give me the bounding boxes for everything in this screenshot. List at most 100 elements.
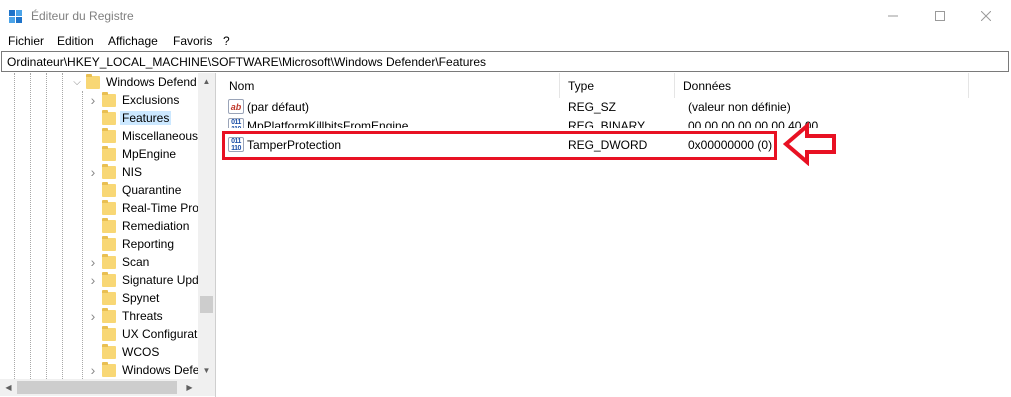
scrollbar-thumb[interactable] <box>17 381 177 394</box>
tree-item-label: Scan <box>122 255 150 269</box>
tree-item-signature-upd[interactable]: › Signature Upd <box>88 271 199 289</box>
tree-vertical-scrollbar[interactable]: ▲ ▼ <box>198 73 215 379</box>
scroll-left-icon[interactable]: ◀ <box>0 379 17 396</box>
value-name: MpPlatformKillbitsFromEngine <box>247 119 409 128</box>
tree-item-label: Signature Upd <box>122 273 199 287</box>
tree-guide-line <box>62 73 63 379</box>
folder-icon <box>102 217 116 233</box>
folder-icon <box>102 91 116 107</box>
tree-item-real-time-prot[interactable]: Real-Time Prot <box>88 199 202 217</box>
tree-item-spynet[interactable]: Spynet <box>88 289 159 307</box>
maximize-icon <box>935 11 945 21</box>
value-row[interactable]: ab (par défaut) REG_SZ (valeur non défin… <box>221 98 1011 116</box>
tree-item-label: Exclusions <box>122 93 180 107</box>
close-icon <box>981 11 991 21</box>
tree-item-label: Remediation <box>122 219 190 233</box>
regedit-icon <box>9 10 22 23</box>
tree-item-windows-defe[interactable]: › Windows Defe <box>88 361 199 379</box>
chevron-right-icon[interactable]: › <box>88 91 98 109</box>
tree-item-ux-configurati[interactable]: UX Configurati <box>88 325 200 343</box>
arrow-left-icon <box>783 122 836 166</box>
scroll-right-icon[interactable]: ▶ <box>181 379 198 396</box>
window-title: Éditeur du Registre <box>31 9 134 23</box>
folder-icon <box>102 253 116 269</box>
tree-item-label: WCOS <box>122 345 160 359</box>
chevron-right-icon[interactable]: › <box>88 163 98 181</box>
column-header-type[interactable]: Type <box>560 73 675 98</box>
chevron-right-icon[interactable]: › <box>88 307 98 325</box>
highlight-box <box>222 131 777 160</box>
folder-icon <box>86 73 100 89</box>
column-header-name[interactable]: Nom <box>221 73 560 98</box>
address-bar[interactable]: Ordinateur\HKEY_LOCAL_MACHINE\SOFTWARE\M… <box>1 51 1009 72</box>
tree-horizontal-scrollbar[interactable]: ◀ ▶ <box>0 379 198 396</box>
chevron-right-icon[interactable]: › <box>88 271 98 289</box>
folder-icon <box>102 181 116 197</box>
tree-item-label: NIS <box>122 165 143 179</box>
tree-pane: ⌵ Windows Defend › Exclusions Features Misc… <box>0 73 216 397</box>
minimize-button[interactable] <box>870 0 916 32</box>
tree-guide-line <box>82 91 83 379</box>
scroll-up-icon[interactable]: ▲ <box>198 73 215 90</box>
tree-guide-line <box>30 73 31 379</box>
tree-item-features[interactable]: Features <box>88 109 172 127</box>
tree-item-label: Quarantine <box>122 183 182 197</box>
folder-icon <box>102 109 116 125</box>
tree-item-label: Windows Defend <box>106 75 197 89</box>
folder-icon <box>102 325 116 341</box>
value-name: (par défaut) <box>247 100 310 114</box>
tree-item-remediation[interactable]: Remediation <box>88 217 189 235</box>
value-row[interactable]: 011110 MpPlatformKillbitsFromEngine REG_… <box>221 117 1011 128</box>
binary-value-icon: 011110 <box>228 118 244 128</box>
folder-icon <box>102 361 116 377</box>
menu-favoris[interactable]: Favoris <box>173 34 212 48</box>
scrollbar-thumb[interactable] <box>200 296 213 313</box>
tree-item-threats[interactable]: › Threats <box>88 307 163 325</box>
tree-item-mpengine[interactable]: MpEngine <box>88 145 176 163</box>
tree-item-exclusions[interactable]: › Exclusions <box>88 91 179 109</box>
folder-icon <box>102 289 116 305</box>
value-data: (valeur non définie) <box>688 100 791 114</box>
menu-bar: Fichier Edition Affichage Favoris ? <box>0 32 1011 51</box>
tree-guide-line <box>14 73 15 379</box>
title-bar: Éditeur du Registre <box>0 0 1011 32</box>
scroll-down-icon[interactable]: ▼ <box>198 362 215 379</box>
maximize-button[interactable] <box>917 0 963 32</box>
tree-item-windows-defender[interactable]: ⌵ Windows Defend <box>72 73 197 91</box>
column-header-data[interactable]: Données <box>675 73 969 98</box>
folder-icon <box>102 271 116 287</box>
chevron-right-icon[interactable]: › <box>88 361 98 379</box>
folder-icon <box>102 145 116 161</box>
chevron-right-icon[interactable]: › <box>88 253 98 271</box>
tree-item-nis[interactable]: › NIS <box>88 163 142 181</box>
menu-affichage[interactable]: Affichage <box>108 34 158 48</box>
tree-guide-line <box>46 73 47 379</box>
tree-item-wcos[interactable]: WCOS <box>88 343 159 361</box>
tree-item-label: UX Configurati <box>122 327 201 341</box>
scrollbar-corner <box>198 379 215 396</box>
tree-item-label: Spynet <box>122 291 160 305</box>
menu-fichier[interactable]: Fichier <box>8 34 44 48</box>
tree-item-miscellaneous[interactable]: Miscellaneous <box>88 127 198 145</box>
value-type: REG_SZ <box>568 100 617 114</box>
tree-item-label: Real-Time Prot <box>122 201 203 215</box>
close-button[interactable] <box>963 0 1009 32</box>
menu-edition[interactable]: Edition <box>57 34 94 48</box>
chevron-down-icon[interactable]: ⌵ <box>72 73 82 91</box>
values-list: Nom Type Données ab (par défaut) REG_SZ … <box>221 73 1011 397</box>
menu-help[interactable]: ? <box>223 34 230 48</box>
tree-item-scan[interactable]: › Scan <box>88 253 149 271</box>
tree-item-quarantine[interactable]: Quarantine <box>88 181 181 199</box>
folder-icon <box>102 343 116 359</box>
tree-item-reporting[interactable]: Reporting <box>88 235 174 253</box>
tree-item-label: Windows Defe <box>122 363 200 377</box>
value-type: REG_BINARY <box>568 119 646 128</box>
